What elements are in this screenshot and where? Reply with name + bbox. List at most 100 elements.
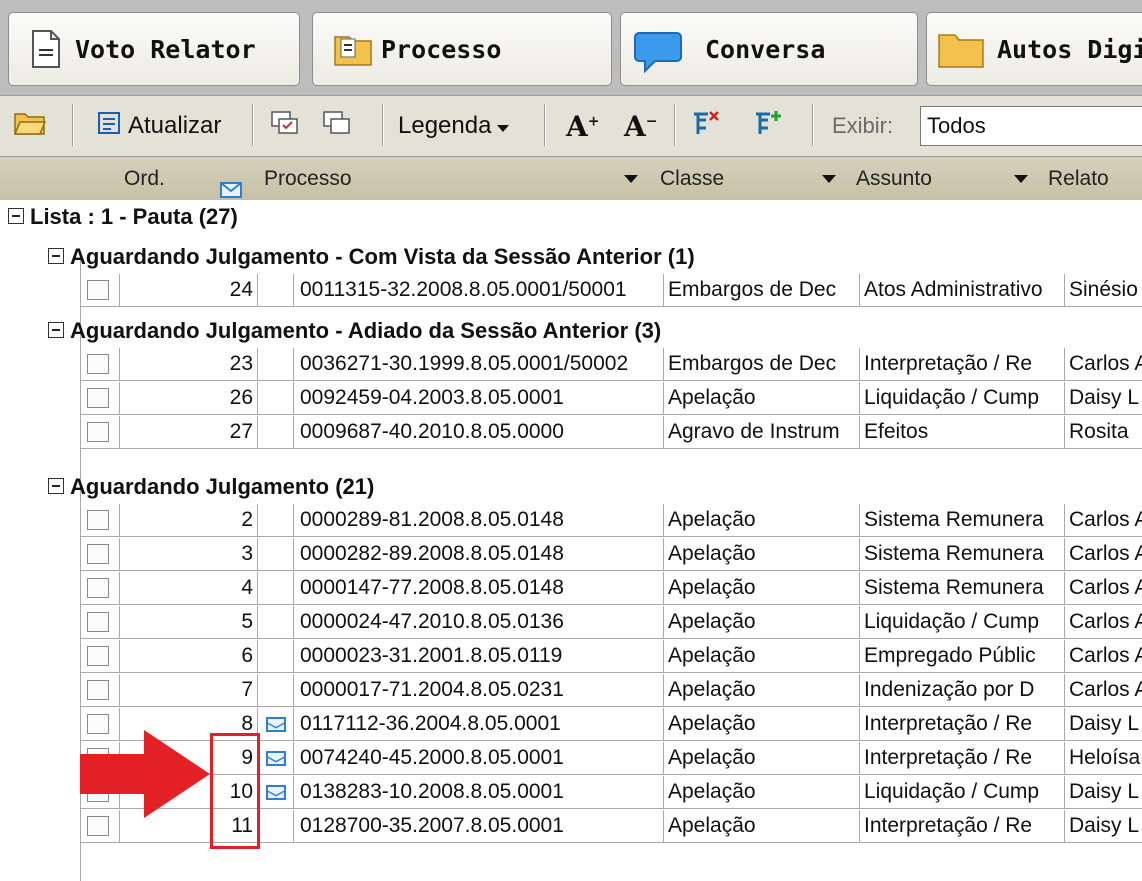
cell-mail [258,274,294,306]
cell-classe: Apelação [664,708,860,740]
font-increase-button[interactable]: A+ [566,104,599,148]
cell-relator: Carlos A [1069,508,1142,531]
main-tab-bar: Voto Relator Processo Conversa Autos Dig… [0,0,1142,95]
cell-processo[interactable]: 0074240-45.2000.8.05.0001 [294,742,664,774]
row-checkbox[interactable] [87,646,109,666]
column-header-relator[interactable]: Relato [1048,158,1109,200]
collapse-icon[interactable] [48,322,64,339]
table-row[interactable]: 24 0011315-32.2008.8.05.0001/50001 Embargo… [80,274,1142,307]
tab-voto-relator-label: Voto Relator [75,34,256,64]
toolbar-separator [382,104,384,146]
refresh-button[interactable]: Atualizar [96,104,221,148]
table-row[interactable]: 3 0000282-89.2008.8.05.0148 Apelação Sistem… [80,538,1142,571]
tab-voto-relator[interactable]: Voto Relator [8,12,300,86]
table-row[interactable]: 5 0000024-47.2010.8.05.0136 Apelação Liquid… [80,606,1142,639]
row-checkbox[interactable] [87,680,109,700]
table-row[interactable]: 4 0000147-77.2008.8.05.0148 Apelação Sistem… [80,572,1142,605]
tab-conversa[interactable]: Conversa [620,12,918,86]
mail-icon[interactable] [266,717,286,732]
row-checkbox[interactable] [87,578,109,598]
cell-classe: Apelação [664,742,860,774]
cell-processo[interactable]: 0128700-35.2007.8.05.0001 [294,810,664,842]
cell-processo[interactable]: 0000023-31.2001.8.05.0119 [294,640,664,672]
cell-classe: Apelação [664,674,860,706]
table-row[interactable]: 2 0000289-81.2008.8.05.0148 Apelação Sistem… [80,504,1142,537]
column-header-assunto[interactable]: Assunto [856,158,932,200]
row-checkbox-cell [80,416,120,448]
cell-processo[interactable]: 0000282-89.2008.8.05.0148 [294,538,664,570]
tab-processo-label: Processo [381,34,502,64]
collapse-all-icon [322,110,352,143]
cell-mail [258,538,294,570]
open-folder-button[interactable] [13,104,47,148]
toolbar-separator [252,104,254,146]
processo-filter-button[interactable] [620,166,642,192]
row-checkbox[interactable] [87,422,109,442]
assunto-filter-button[interactable] [1010,166,1032,192]
group-header[interactable]: Aguardando Julgamento - Com Vista da Ses… [48,240,695,274]
cell-processo[interactable]: 0117112-36.2004.8.05.0001 [294,708,664,740]
cell-ord: 24 [120,274,258,306]
row-checkbox-cell [80,348,120,380]
cell-processo[interactable]: 0000024-47.2010.8.05.0136 [294,606,664,638]
cell-ord: 4 [120,572,258,604]
toolbar-separator [72,104,74,146]
table-row[interactable]: 7 0000017-71.2004.8.05.0231 Apelação Indeni… [80,674,1142,707]
group-header[interactable]: Aguardando Julgamento (21) [48,470,374,504]
tab-autos-digitais[interactable]: Autos Digi [926,12,1142,86]
cell-processo[interactable]: 0036271-30.1999.8.05.0001/50002 [294,348,664,380]
cell-processo[interactable]: 0092459-04.2003.8.05.0001 [294,382,664,414]
cell-mail [258,674,294,706]
cell-processo[interactable]: 0011315-32.2008.8.05.0001/50001 [294,274,664,306]
column-header-processo[interactable]: Processo [264,158,352,200]
row-checkbox[interactable] [87,280,109,300]
cell-mail [258,776,294,808]
cell-ord: 2 [120,504,258,536]
collapse-all-button[interactable] [322,104,352,148]
row-checkbox[interactable] [87,388,109,408]
legend-dropdown[interactable]: Legenda [398,104,510,148]
collapse-icon[interactable] [48,248,64,265]
document-icon [27,29,63,69]
collapse-icon[interactable] [8,208,24,225]
cell-processo[interactable]: 0009687-40.2010.8.05.0000 [294,416,664,448]
tab-processo[interactable]: Processo [312,12,612,86]
group-header[interactable]: Aguardando Julgamento - Adiado da Sessão… [48,314,661,348]
table-row[interactable]: 27 0009687-40.2010.8.05.0000 Agravo de Ins… [80,416,1142,449]
row-checkbox-cell [80,382,120,414]
cell-processo[interactable]: 0000289-81.2008.8.05.0148 [294,504,664,536]
table-row[interactable]: 26 0092459-04.2003.8.05.0001 Apelação Liqui… [80,382,1142,415]
cell-mail [258,742,294,774]
row-checkbox[interactable] [87,544,109,564]
column-header-classe[interactable]: Classe [660,158,724,200]
collapse-icon[interactable] [48,478,64,495]
cell-processo[interactable]: 0000147-77.2008.8.05.0148 [294,572,664,604]
row-checkbox[interactable] [87,354,109,374]
row-checkbox[interactable] [87,816,109,836]
row-checkbox[interactable] [87,612,109,632]
add-column-button[interactable] [752,104,784,148]
row-checkbox[interactable] [87,510,109,530]
list-header[interactable]: Lista : 1 - Pauta (27) [8,200,238,234]
cell-relator: Daisy L [1069,712,1140,735]
table-row[interactable]: 23 0036271-30.1999.8.05.0001/50002 Embargo… [80,348,1142,381]
mail-icon[interactable] [266,751,286,766]
remove-column-button[interactable] [690,104,722,148]
cell-processo[interactable]: 0138283-10.2008.8.05.0001 [294,776,664,808]
expand-all-button[interactable] [270,104,300,148]
remove-column-icon [690,108,722,145]
cell-classe: Apelação [664,538,860,570]
cell-classe: Apelação [664,640,860,672]
refresh-icon [96,110,124,143]
toolbar-separator [812,104,814,146]
tab-conversa-label: Conversa [705,34,826,64]
classe-filter-button[interactable] [818,166,840,192]
cell-processo[interactable]: 0000017-71.2004.8.05.0231 [294,674,664,706]
toolbar-separator [544,104,546,146]
cell-mail [258,640,294,672]
column-header-ord[interactable]: Ord. [124,158,165,200]
filter-select[interactable]: Todos [920,106,1142,146]
font-decrease-button[interactable]: A− [624,104,657,148]
table-row[interactable]: 6 0000023-31.2001.8.05.0119 Apelação Empreg… [80,640,1142,673]
mail-icon[interactable] [266,785,286,800]
